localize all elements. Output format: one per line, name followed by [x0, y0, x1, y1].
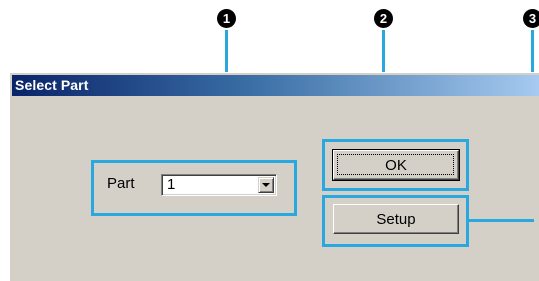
callout-badge-2: 2 [374, 9, 393, 28]
callout-badge-3: 3 [523, 9, 539, 28]
callout-line-3-horizontal [469, 219, 534, 222]
dialog-title: Select Part [15, 77, 89, 93]
callout-highlight-ok [322, 139, 469, 191]
callout-badge-1: 1 [217, 9, 236, 28]
dialog-title-bar: Select Part [12, 75, 539, 96]
callout-highlight-setup [322, 195, 469, 247]
callout-highlight-part [91, 160, 297, 216]
